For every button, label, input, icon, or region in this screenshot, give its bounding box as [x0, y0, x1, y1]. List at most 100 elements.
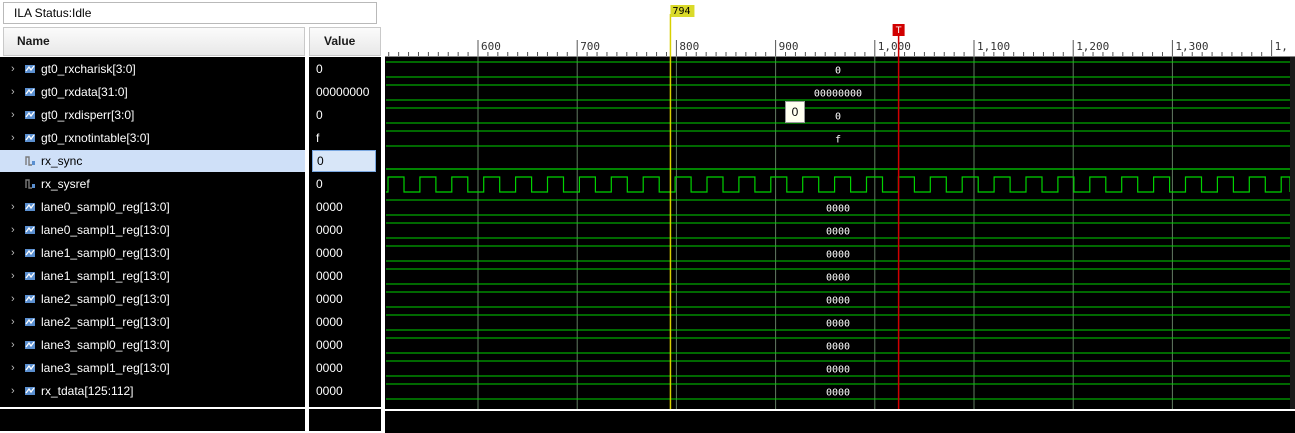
chevron-right-icon[interactable]: › — [11, 311, 15, 333]
bus-signal-icon — [25, 318, 35, 326]
signal-value: 0000 — [316, 315, 343, 329]
ruler-label: 700 — [580, 40, 600, 53]
signal-name: rx_sync — [41, 154, 83, 168]
value-column-footer — [309, 409, 381, 431]
signal-row[interactable]: › rx_tdata[125:112] 0000 — [0, 380, 382, 402]
chevron-right-icon[interactable]: › — [11, 265, 15, 287]
signal-value: 0000 — [316, 269, 343, 283]
signal-name-cell[interactable]: › lane3_sampl1_reg[13:0] — [0, 357, 305, 379]
column-header-name[interactable]: Name — [3, 27, 305, 56]
signal-row[interactable]: › lane2_sampl0_reg[13:0] 0000 — [0, 288, 382, 310]
signal-name-cell[interactable]: › lane0_sampl1_reg[13:0] — [0, 219, 305, 241]
chevron-right-icon[interactable]: › — [11, 58, 15, 80]
bus-signal-icon — [25, 111, 35, 119]
bus-value-label: 0000 — [826, 273, 850, 284]
signal-row[interactable]: › lane2_sampl1_reg[13:0] 0000 — [0, 311, 382, 333]
ruler-label: 1,100 — [977, 40, 1010, 53]
signal-name: gt0_rxdata[31:0] — [41, 85, 128, 99]
chevron-right-icon[interactable]: › — [11, 380, 15, 402]
bus-signal-icon — [25, 364, 35, 372]
signal-name: rx_tdata[125:112] — [41, 384, 134, 398]
bus-value-label: 0000 — [826, 250, 850, 261]
signal-row[interactable]: › gt0_rxdisperr[3:0] 0 — [0, 104, 382, 126]
bus-value-label: 0000 — [826, 388, 850, 399]
signal-value: 0 — [316, 62, 323, 76]
signal-name: lane3_sampl0_reg[13:0] — [41, 338, 170, 352]
vertical-scrollbar — [1290, 57, 1295, 409]
signal-row[interactable]: rx_sync 0 — [0, 150, 382, 172]
signal-value: 0000 — [316, 338, 343, 352]
waveform-footer — [385, 409, 1295, 433]
signal-name: lane0_sampl1_reg[13:0] — [41, 223, 170, 237]
chevron-right-icon[interactable]: › — [11, 242, 15, 264]
signal-list-panel: ILA Status:Idle Name Value › gt0_rxcharis… — [0, 0, 382, 431]
signal-value: 0000 — [316, 200, 343, 214]
bus-signal-icon — [25, 88, 35, 96]
chevron-right-icon[interactable]: › — [11, 357, 15, 379]
signal-value: 0 — [316, 177, 323, 191]
bus-value-label: 0000 — [826, 204, 850, 215]
signal-name: gt0_rxnotintable[3:0] — [41, 131, 150, 145]
ruler-label: 1,200 — [1076, 40, 1109, 53]
signal-row[interactable]: › gt0_rxdata[31:0] 00000000 — [0, 81, 382, 103]
chevron-right-icon[interactable]: › — [11, 288, 15, 310]
name-column-footer — [0, 409, 305, 431]
bus-value-label: f — [835, 135, 841, 146]
bus-signal-icon — [25, 134, 35, 142]
ruler-label: 1,300 — [1175, 40, 1208, 53]
trigger-label: T — [895, 26, 902, 36]
signal-name-cell[interactable]: › gt0_rxnotintable[3:0] — [0, 127, 305, 149]
signal-name-cell[interactable]: › gt0_rxdata[31:0] — [0, 81, 305, 103]
signal-value: f — [316, 131, 320, 145]
bus-value-label: 0000 — [826, 296, 850, 307]
signal-row[interactable]: › lane0_sampl0_reg[13:0] 0000 — [0, 196, 382, 218]
chevron-right-icon[interactable]: › — [11, 196, 15, 218]
signal-name-cell[interactable]: › gt0_rxdisperr[3:0] — [0, 104, 305, 126]
chevron-right-icon[interactable]: › — [11, 334, 15, 356]
signal-name: lane0_sampl0_reg[13:0] — [41, 200, 170, 214]
signal-value: 0000 — [316, 292, 343, 306]
signal-name-cell[interactable]: › lane1_sampl0_reg[13:0] — [0, 242, 305, 264]
cursor-label: 794 — [672, 6, 690, 17]
waveform-canvas[interactable]: 600 700 800 900 1,000 1,100 1,200 1,300 1,000000… — [385, 0, 1295, 409]
signal-name: rx_sysref — [41, 177, 90, 191]
bus-value-label: 0000 — [826, 227, 850, 238]
signal-row[interactable]: › lane3_sampl1_reg[13:0] 0000 — [0, 357, 382, 379]
chevron-right-icon[interactable]: › — [11, 127, 15, 149]
time-ruler — [385, 0, 1295, 57]
chevron-right-icon[interactable]: › — [11, 219, 15, 241]
signal-row[interactable]: rx_sysref 0 — [0, 173, 382, 195]
signal-row[interactable]: › gt0_rxnotintable[3:0] f — [0, 127, 382, 149]
signal-value: 0 — [316, 108, 323, 122]
bus-value-label: 0000 — [826, 342, 850, 353]
signal-name-cell[interactable]: rx_sync — [0, 150, 305, 172]
ila-status: ILA Status:Idle — [3, 2, 377, 24]
signal-row[interactable]: › lane3_sampl0_reg[13:0] 0000 — [0, 334, 382, 356]
signal-row[interactable]: › lane1_sampl0_reg[13:0] 0000 — [0, 242, 382, 264]
bit-signal-icon — [25, 156, 35, 166]
signal-name-cell[interactable]: › lane0_sampl0_reg[13:0] — [0, 196, 305, 218]
signal-name-cell[interactable]: › lane2_sampl1_reg[13:0] — [0, 311, 305, 333]
bus-value-label: 0 — [835, 112, 841, 123]
chevron-right-icon[interactable]: › — [11, 81, 15, 103]
bus-signal-icon — [25, 249, 35, 257]
signal-row[interactable]: › lane0_sampl1_reg[13:0] 0000 — [0, 219, 382, 241]
signal-row[interactable]: › gt0_rxcharisk[3:0] 0 — [0, 58, 382, 80]
signal-name-cell[interactable]: › lane1_sampl1_reg[13:0] — [0, 265, 305, 287]
signal-name-cell[interactable]: › lane2_sampl0_reg[13:0] — [0, 288, 305, 310]
waveform-view[interactable]: 600 700 800 900 1,000 1,100 1,200 1,300 1, 0 00000… — [385, 0, 1295, 433]
signal-row[interactable]: › lane1_sampl1_reg[13:0] 0000 — [0, 265, 382, 287]
chevron-right-icon[interactable]: › — [11, 104, 15, 126]
bus-signal-icon — [25, 341, 35, 349]
signal-name-cell[interactable]: rx_sysref — [0, 173, 305, 195]
signal-name: lane3_sampl1_reg[13:0] — [41, 361, 170, 375]
signal-name: gt0_rxcharisk[3:0] — [41, 62, 136, 76]
signal-name-cell[interactable]: › gt0_rxcharisk[3:0] — [0, 58, 305, 80]
signal-name-cell[interactable]: › rx_tdata[125:112] — [0, 380, 305, 402]
column-header-value[interactable]: Value — [309, 27, 381, 56]
signal-name: lane2_sampl0_reg[13:0] — [41, 292, 170, 306]
ruler-label: 1, — [1275, 40, 1288, 53]
bus-signal-icon — [25, 65, 35, 73]
signal-name-cell[interactable]: › lane3_sampl0_reg[13:0] — [0, 334, 305, 356]
bus-value-label: 0000 — [826, 365, 850, 376]
